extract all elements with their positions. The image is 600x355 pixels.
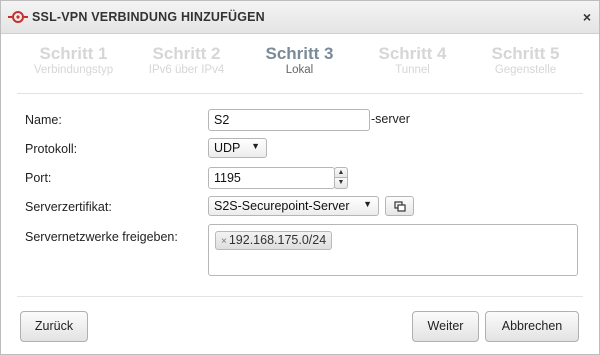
protocol-value: UDP xyxy=(214,141,241,155)
close-icon[interactable]: × xyxy=(583,9,591,25)
step-title: IPv6 über IPv4 xyxy=(148,64,225,76)
step-number: Schritt 5 xyxy=(491,44,560,63)
cancel-button[interactable]: Abbrechen xyxy=(485,311,579,342)
header-divider xyxy=(17,93,583,94)
step-5: Schritt 5 Gegenstelle xyxy=(469,44,582,77)
protocol-label: Protokoll: xyxy=(25,142,78,156)
spin-up-icon[interactable]: ▲ xyxy=(334,167,348,178)
name-suffix: -server xyxy=(371,112,410,126)
wizard-steps: Schritt 1 Verbindungstyp Schritt 2 IPv6 … xyxy=(17,34,583,89)
step-4: Schritt 4 Tunnel xyxy=(356,44,469,77)
port-label: Port: xyxy=(25,171,52,185)
dialog-window: SSL-VPN VERBINDUNG HINZUFÜGEN × Schritt … xyxy=(0,0,600,355)
step-number: Schritt 1 xyxy=(39,44,108,63)
securepoint-logo-icon xyxy=(8,11,28,23)
next-button[interactable]: Weiter xyxy=(412,311,479,342)
step-number: Schritt 3 xyxy=(265,44,334,63)
dialog-title: SSL-VPN VERBINDUNG HINZUFÜGEN xyxy=(32,10,265,24)
back-button[interactable]: Zurück xyxy=(20,311,88,342)
cert-action-button[interactable] xyxy=(385,196,414,216)
step-number: Schritt 4 xyxy=(378,44,447,63)
network-tag-label: 192.168.175.0/24 xyxy=(228,233,327,247)
step-number: Schritt 2 xyxy=(152,44,221,63)
step-title: Lokal xyxy=(285,64,314,76)
spin-down-icon[interactable]: ▼ xyxy=(334,178,348,189)
network-tag: × 192.168.175.0/24 xyxy=(215,231,333,250)
chevron-down-icon: ▼ xyxy=(251,141,260,151)
port-stepper[interactable]: ▲ ▼ xyxy=(334,167,348,189)
step-title: Tunnel xyxy=(395,64,430,76)
networks-tag-input[interactable]: × 192.168.175.0/24 xyxy=(208,224,578,276)
networks-label: Servernetzwerke freigeben: xyxy=(25,230,178,244)
footer-divider xyxy=(17,296,583,297)
step-1: Schritt 1 Verbindungstyp xyxy=(17,44,130,77)
port-input[interactable] xyxy=(208,167,335,189)
cert-value: S2S-Securepoint-Server xyxy=(214,199,350,213)
step-2: Schritt 2 IPv6 über IPv4 xyxy=(130,44,243,77)
copy-icon xyxy=(394,201,406,212)
remove-tag-icon[interactable]: × xyxy=(221,236,227,247)
cert-select[interactable]: S2S-Securepoint-Server ▼ xyxy=(208,196,379,216)
cert-label: Serverzertifikat: xyxy=(25,200,112,214)
step-3-active: Schritt 3 Lokal xyxy=(243,44,356,77)
step-title: Gegenstelle xyxy=(494,64,557,76)
title-bar: SSL-VPN VERBINDUNG HINZUFÜGEN × xyxy=(1,1,599,34)
chevron-down-icon: ▼ xyxy=(363,199,372,209)
name-label: Name: xyxy=(25,113,62,127)
step-title: Verbindungstyp xyxy=(33,64,114,76)
protocol-select[interactable]: UDP ▼ xyxy=(208,138,267,158)
name-input[interactable] xyxy=(208,109,370,131)
